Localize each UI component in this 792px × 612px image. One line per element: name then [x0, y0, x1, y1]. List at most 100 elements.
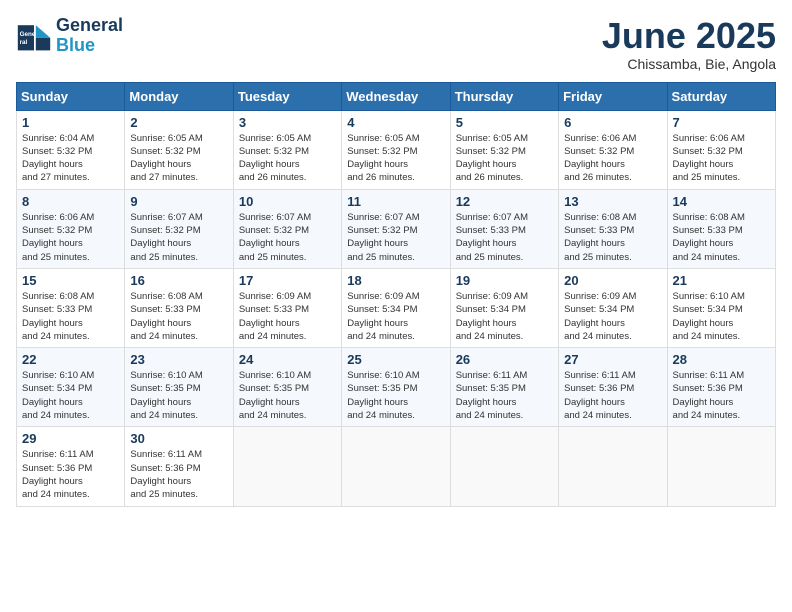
calendar-cell: 4 Sunrise: 6:05 AM Sunset: 5:32 PM Dayli…: [342, 110, 450, 189]
day-number: 20: [564, 273, 661, 288]
day-number: 25: [347, 352, 444, 367]
calendar-cell: 30 Sunrise: 6:11 AM Sunset: 5:36 PM Dayl…: [125, 427, 233, 506]
page-header: Gene ral GeneralBlue June 2025 Chissamba…: [16, 16, 776, 72]
calendar-cell: 6 Sunrise: 6:06 AM Sunset: 5:32 PM Dayli…: [559, 110, 667, 189]
month-title: June 2025: [602, 16, 776, 56]
day-info: Sunrise: 6:10 AM Sunset: 5:35 PM Dayligh…: [130, 369, 227, 422]
day-number: 14: [673, 194, 770, 209]
day-info: Sunrise: 6:09 AM Sunset: 5:34 PM Dayligh…: [456, 290, 553, 343]
day-number: 3: [239, 115, 336, 130]
day-number: 11: [347, 194, 444, 209]
calendar-cell: 24 Sunrise: 6:10 AM Sunset: 5:35 PM Dayl…: [233, 348, 341, 427]
weekday-header-friday: Friday: [559, 82, 667, 110]
calendar-cell: [342, 427, 450, 506]
calendar-cell: 12 Sunrise: 6:07 AM Sunset: 5:33 PM Dayl…: [450, 189, 558, 268]
day-number: 6: [564, 115, 661, 130]
calendar-cell: 15 Sunrise: 6:08 AM Sunset: 5:33 PM Dayl…: [17, 268, 125, 347]
day-number: 15: [22, 273, 119, 288]
day-number: 9: [130, 194, 227, 209]
day-info: Sunrise: 6:08 AM Sunset: 5:33 PM Dayligh…: [673, 211, 770, 264]
day-number: 1: [22, 115, 119, 130]
weekday-header-tuesday: Tuesday: [233, 82, 341, 110]
day-info: Sunrise: 6:10 AM Sunset: 5:34 PM Dayligh…: [673, 290, 770, 343]
calendar-cell: 22 Sunrise: 6:10 AM Sunset: 5:34 PM Dayl…: [17, 348, 125, 427]
day-number: 23: [130, 352, 227, 367]
day-info: Sunrise: 6:10 AM Sunset: 5:35 PM Dayligh…: [239, 369, 336, 422]
calendar-cell: 20 Sunrise: 6:09 AM Sunset: 5:34 PM Dayl…: [559, 268, 667, 347]
calendar-cell: 9 Sunrise: 6:07 AM Sunset: 5:32 PM Dayli…: [125, 189, 233, 268]
calendar-cell: 11 Sunrise: 6:07 AM Sunset: 5:32 PM Dayl…: [342, 189, 450, 268]
calendar-cell: 19 Sunrise: 6:09 AM Sunset: 5:34 PM Dayl…: [450, 268, 558, 347]
calendar-cell: 17 Sunrise: 6:09 AM Sunset: 5:33 PM Dayl…: [233, 268, 341, 347]
day-number: 5: [456, 115, 553, 130]
day-info: Sunrise: 6:06 AM Sunset: 5:32 PM Dayligh…: [564, 132, 661, 185]
calendar-cell: 28 Sunrise: 6:11 AM Sunset: 5:36 PM Dayl…: [667, 348, 775, 427]
day-info: Sunrise: 6:09 AM Sunset: 5:33 PM Dayligh…: [239, 290, 336, 343]
day-number: 7: [673, 115, 770, 130]
calendar-cell: 21 Sunrise: 6:10 AM Sunset: 5:34 PM Dayl…: [667, 268, 775, 347]
calendar-week-1: 1 Sunrise: 6:04 AM Sunset: 5:32 PM Dayli…: [17, 110, 776, 189]
calendar-week-5: 29 Sunrise: 6:11 AM Sunset: 5:36 PM Dayl…: [17, 427, 776, 506]
calendar-cell: 26 Sunrise: 6:11 AM Sunset: 5:35 PM Dayl…: [450, 348, 558, 427]
calendar-cell: 1 Sunrise: 6:04 AM Sunset: 5:32 PM Dayli…: [17, 110, 125, 189]
logo-icon: Gene ral: [16, 18, 52, 54]
calendar-cell: 10 Sunrise: 6:07 AM Sunset: 5:32 PM Dayl…: [233, 189, 341, 268]
day-info: Sunrise: 6:06 AM Sunset: 5:32 PM Dayligh…: [22, 211, 119, 264]
day-info: Sunrise: 6:08 AM Sunset: 5:33 PM Dayligh…: [130, 290, 227, 343]
day-number: 30: [130, 431, 227, 446]
calendar-cell: 23 Sunrise: 6:10 AM Sunset: 5:35 PM Dayl…: [125, 348, 233, 427]
day-number: 17: [239, 273, 336, 288]
day-number: 12: [456, 194, 553, 209]
day-info: Sunrise: 6:07 AM Sunset: 5:32 PM Dayligh…: [347, 211, 444, 264]
day-info: Sunrise: 6:11 AM Sunset: 5:36 PM Dayligh…: [564, 369, 661, 422]
day-number: 26: [456, 352, 553, 367]
day-number: 2: [130, 115, 227, 130]
calendar-week-4: 22 Sunrise: 6:10 AM Sunset: 5:34 PM Dayl…: [17, 348, 776, 427]
day-info: Sunrise: 6:05 AM Sunset: 5:32 PM Dayligh…: [456, 132, 553, 185]
day-info: Sunrise: 6:05 AM Sunset: 5:32 PM Dayligh…: [130, 132, 227, 185]
calendar-cell: 3 Sunrise: 6:05 AM Sunset: 5:32 PM Dayli…: [233, 110, 341, 189]
calendar-cell: [233, 427, 341, 506]
calendar-cell: [450, 427, 558, 506]
weekday-header-row: SundayMondayTuesdayWednesdayThursdayFrid…: [17, 82, 776, 110]
calendar-week-2: 8 Sunrise: 6:06 AM Sunset: 5:32 PM Dayli…: [17, 189, 776, 268]
day-info: Sunrise: 6:11 AM Sunset: 5:35 PM Dayligh…: [456, 369, 553, 422]
calendar-cell: 7 Sunrise: 6:06 AM Sunset: 5:32 PM Dayli…: [667, 110, 775, 189]
day-info: Sunrise: 6:07 AM Sunset: 5:32 PM Dayligh…: [239, 211, 336, 264]
day-number: 21: [673, 273, 770, 288]
logo: Gene ral GeneralBlue: [16, 16, 123, 56]
day-number: 19: [456, 273, 553, 288]
title-block: June 2025 Chissamba, Bie, Angola: [602, 16, 776, 72]
calendar-cell: 16 Sunrise: 6:08 AM Sunset: 5:33 PM Dayl…: [125, 268, 233, 347]
day-info: Sunrise: 6:07 AM Sunset: 5:32 PM Dayligh…: [130, 211, 227, 264]
calendar-table: SundayMondayTuesdayWednesdayThursdayFrid…: [16, 82, 776, 507]
calendar-cell: [667, 427, 775, 506]
calendar-cell: 14 Sunrise: 6:08 AM Sunset: 5:33 PM Dayl…: [667, 189, 775, 268]
day-info: Sunrise: 6:06 AM Sunset: 5:32 PM Dayligh…: [673, 132, 770, 185]
calendar-cell: 25 Sunrise: 6:10 AM Sunset: 5:35 PM Dayl…: [342, 348, 450, 427]
day-number: 13: [564, 194, 661, 209]
location-subtitle: Chissamba, Bie, Angola: [602, 56, 776, 72]
day-number: 16: [130, 273, 227, 288]
calendar-cell: 27 Sunrise: 6:11 AM Sunset: 5:36 PM Dayl…: [559, 348, 667, 427]
weekday-header-thursday: Thursday: [450, 82, 558, 110]
weekday-header-saturday: Saturday: [667, 82, 775, 110]
day-number: 27: [564, 352, 661, 367]
weekday-header-monday: Monday: [125, 82, 233, 110]
calendar-cell: 18 Sunrise: 6:09 AM Sunset: 5:34 PM Dayl…: [342, 268, 450, 347]
day-info: Sunrise: 6:10 AM Sunset: 5:35 PM Dayligh…: [347, 369, 444, 422]
day-info: Sunrise: 6:09 AM Sunset: 5:34 PM Dayligh…: [564, 290, 661, 343]
calendar-week-3: 15 Sunrise: 6:08 AM Sunset: 5:33 PM Dayl…: [17, 268, 776, 347]
day-info: Sunrise: 6:08 AM Sunset: 5:33 PM Dayligh…: [564, 211, 661, 264]
weekday-header-wednesday: Wednesday: [342, 82, 450, 110]
day-info: Sunrise: 6:11 AM Sunset: 5:36 PM Dayligh…: [130, 448, 227, 501]
day-info: Sunrise: 6:08 AM Sunset: 5:33 PM Dayligh…: [22, 290, 119, 343]
day-number: 28: [673, 352, 770, 367]
day-number: 10: [239, 194, 336, 209]
day-info: Sunrise: 6:11 AM Sunset: 5:36 PM Dayligh…: [22, 448, 119, 501]
day-number: 8: [22, 194, 119, 209]
day-number: 29: [22, 431, 119, 446]
calendar-cell: [559, 427, 667, 506]
logo-text: GeneralBlue: [56, 16, 123, 56]
svg-text:Gene: Gene: [20, 31, 36, 38]
